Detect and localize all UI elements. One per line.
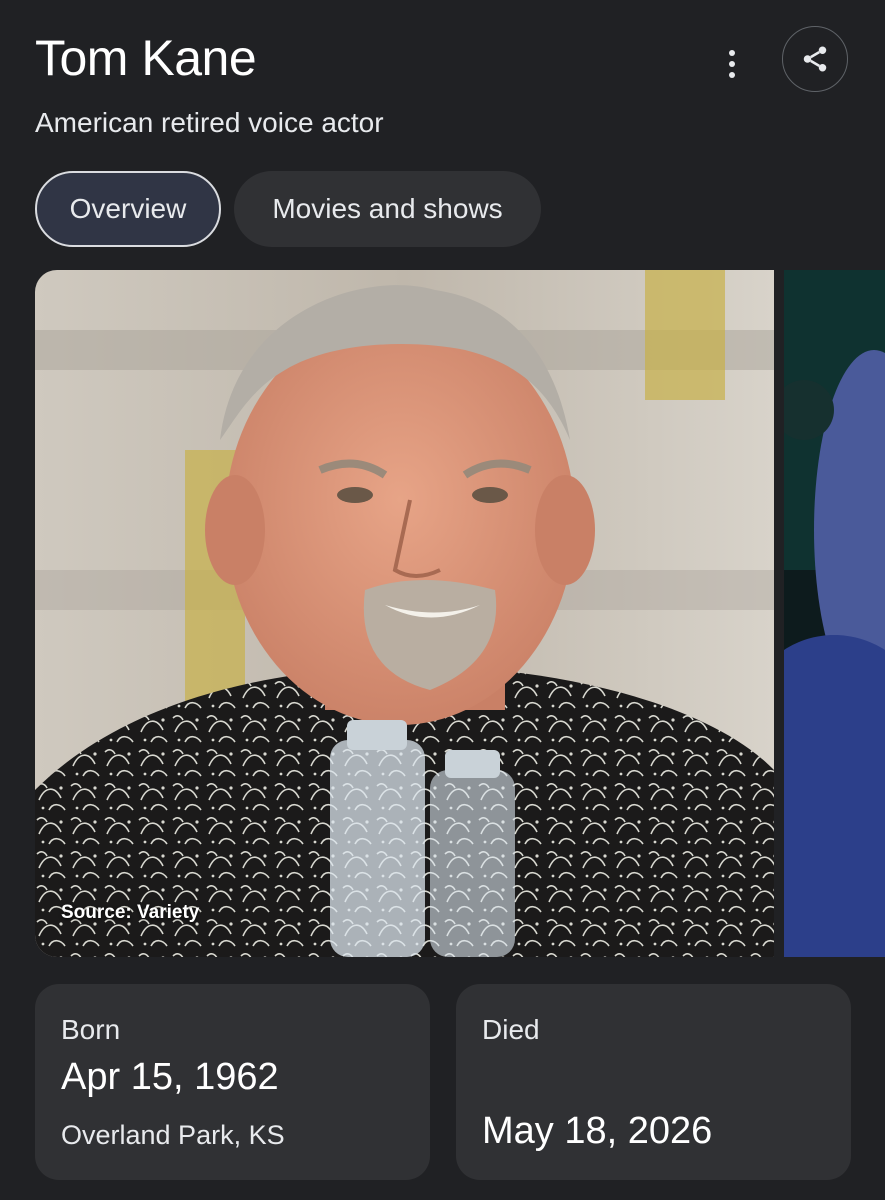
died-label: Died — [482, 1014, 540, 1045]
died-date: May 18, 2026 — [482, 1110, 713, 1152]
born-place: Overland Park, KS — [61, 1120, 285, 1150]
share-icon — [803, 46, 827, 72]
born-label: Born — [61, 1014, 121, 1045]
died-card[interactable]: Died May 18, 2026 — [456, 984, 851, 1180]
tab-movies-and-shows[interactable]: Movies and shows — [234, 171, 541, 247]
second-photo[interactable] — [784, 270, 885, 957]
more-vert-icon — [729, 50, 735, 56]
tab-movies-label: Movies and shows — [272, 193, 503, 224]
born-card[interactable]: Born Apr 15, 1962 Overland Park, KS — [35, 984, 430, 1180]
image-source-caption: Source: Variety — [61, 902, 200, 923]
tab-overview-label: Overview — [69, 193, 187, 224]
more-options-button[interactable] — [712, 44, 752, 84]
photo-illustration — [35, 270, 774, 957]
tab-overview[interactable]: Overview — [35, 171, 221, 247]
page-title: Tom Kane — [35, 30, 257, 86]
person-photo[interactable] — [35, 270, 774, 957]
born-date: Apr 15, 1962 — [61, 1056, 279, 1098]
subtitle: American retired voice actor — [35, 107, 384, 138]
share-button[interactable] — [782, 26, 848, 92]
photo-illustration-2 — [784, 270, 885, 957]
